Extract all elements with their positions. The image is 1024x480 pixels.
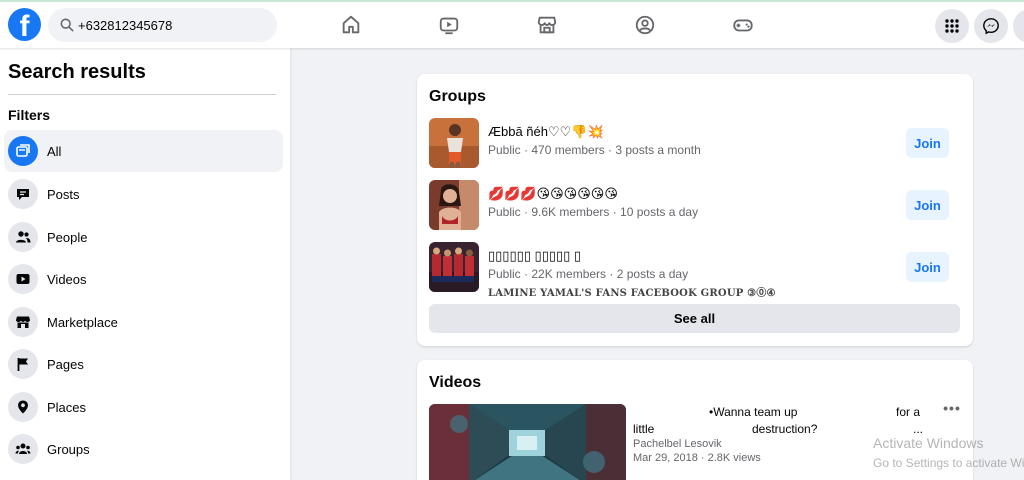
groups-card: Groups Æbbā ñéh♡♡👎💥 Public · 470 members… xyxy=(417,74,973,346)
filter-label: Posts xyxy=(47,186,80,202)
groups-icon xyxy=(8,434,38,464)
filter-item-posts[interactable]: Posts xyxy=(4,173,283,215)
filter-item-all[interactable]: All xyxy=(4,130,283,172)
group-meta: Public · 9.6K members · 10 posts a day xyxy=(488,205,699,219)
posts-icon xyxy=(8,179,38,209)
filter-label: Marketplace xyxy=(47,314,118,330)
filter-label: All xyxy=(47,143,62,159)
filter-label: People xyxy=(47,229,88,245)
groups-section-title: Groups xyxy=(429,88,486,105)
group-cover-image[interactable] xyxy=(429,118,479,168)
videos-section-title: Videos xyxy=(429,374,482,391)
group-name[interactable]: 💋💋💋😘😘😘😘😘😘 xyxy=(488,186,618,202)
groups-icon[interactable] xyxy=(630,10,660,40)
filter-item-people[interactable]: People xyxy=(4,216,283,258)
video-meta: Mar 29, 2018 · 2.8K views xyxy=(633,452,761,464)
filter-item-places[interactable]: Places xyxy=(4,386,283,428)
filter-item-marketplace[interactable]: Marketplace xyxy=(4,301,283,343)
group-cover-image[interactable] xyxy=(429,242,479,292)
places-icon xyxy=(8,392,38,422)
filter-label: Videos xyxy=(47,271,87,287)
more-options-button[interactable]: ••• xyxy=(942,400,962,416)
join-button[interactable]: Join xyxy=(906,190,949,220)
group-row[interactable]: 💋💋💋😘😘😘😘😘😘 Public · 9.6K members · 10 pos… xyxy=(429,180,961,230)
notifications-icon[interactable] xyxy=(1013,9,1024,43)
filters-heading: Filters xyxy=(8,107,51,123)
messenger-icon[interactable] xyxy=(974,9,1008,43)
group-meta: Public · 470 members · 3 posts a month xyxy=(488,143,701,157)
search-icon xyxy=(60,18,74,32)
group-meta: Public · 22K members · 2 posts a day xyxy=(488,267,689,281)
filter-label: Pages xyxy=(47,356,84,372)
page-title: Search results xyxy=(8,61,146,83)
group-row[interactable]: ▯▯▯▯▯▯ ▯▯▯▯▯ ▯ Public · 22K members · 2 … xyxy=(429,242,961,299)
all-icon xyxy=(8,136,38,166)
videos-icon xyxy=(8,264,38,294)
join-button[interactable]: Join xyxy=(906,252,949,282)
video-title-part[interactable]: little xyxy=(633,422,654,436)
see-all-button[interactable]: See all xyxy=(429,304,960,333)
pages-icon xyxy=(8,349,38,379)
join-button[interactable]: Join xyxy=(906,128,949,158)
group-cover-image[interactable] xyxy=(429,180,479,230)
filter-label: Groups xyxy=(47,441,90,457)
home-icon[interactable] xyxy=(336,10,366,40)
search-filters-panel: Search results Filters All Posts People … xyxy=(0,48,290,480)
filter-label: Places xyxy=(47,399,87,415)
group-row[interactable]: Æbbā ñéh♡♡👎💥 Public · 470 members · 3 po… xyxy=(429,118,961,168)
video-thumbnail[interactable] xyxy=(429,404,626,480)
filter-item-pages[interactable]: Pages xyxy=(4,343,283,385)
divider xyxy=(8,94,276,95)
marketplace-icon[interactable] xyxy=(532,10,562,40)
video-title-part[interactable]: ... xyxy=(913,422,923,436)
video-author[interactable]: Pachelbel Lesovik xyxy=(633,438,722,450)
filter-item-groups[interactable]: Groups xyxy=(4,428,283,470)
group-name[interactable]: Æbbā ñéh♡♡👎💥 xyxy=(488,124,604,140)
video-title-part[interactable]: •Wanna team up xyxy=(709,405,797,419)
facebook-logo[interactable]: f xyxy=(8,8,41,41)
menu-grid-icon[interactable] xyxy=(935,9,969,43)
group-description: LAMINE YAMAL'S FANS FACEBOOK GROUP ③⓪④ xyxy=(488,288,776,299)
filter-item-videos[interactable]: Videos xyxy=(4,258,283,300)
search-input[interactable] xyxy=(78,8,268,42)
people-icon xyxy=(8,222,38,252)
top-navigation-bar: f xyxy=(0,0,1024,48)
gaming-icon[interactable] xyxy=(728,10,758,40)
search-box[interactable] xyxy=(48,8,277,42)
watch-icon[interactable] xyxy=(434,10,464,40)
group-name[interactable]: ▯▯▯▯▯▯ ▯▯▯▯▯ ▯ xyxy=(488,248,581,264)
activation-watermark-text: Go to Settings to activate Windows. xyxy=(873,456,1024,470)
video-title-part[interactable]: for a xyxy=(896,405,920,419)
marketplace-icon xyxy=(8,307,38,337)
activation-watermark-title: Activate Windows xyxy=(873,435,984,451)
video-title-part[interactable]: destruction? xyxy=(752,422,817,436)
